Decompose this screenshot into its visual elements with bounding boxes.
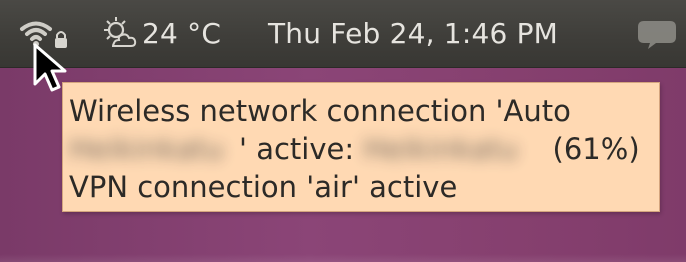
tooltip-line-1: Wireless network connection 'Auto	[69, 94, 571, 128]
clock-text: Thu Feb 24, 1:46 PM	[268, 17, 559, 50]
tooltip-line-3: VPN connection 'air' active	[69, 170, 458, 204]
sun-cloud-icon	[104, 17, 137, 47]
signal-strength: (61%)	[543, 132, 640, 166]
network-tooltip: Wireless network connection 'Auto Heikin…	[62, 82, 660, 212]
weather-indicator[interactable]: 24 °C	[100, 0, 221, 68]
top-panel: 24 °C Thu Feb 24, 1:46 PM	[0, 0, 686, 68]
blurred-connection-detail: Heikinkatu	[363, 132, 519, 166]
desktop-screen: 24 °C Thu Feb 24, 1:46 PM Wireless netwo…	[0, 0, 686, 262]
desktop-shading	[0, 254, 686, 262]
chat-bubble-icon	[638, 21, 676, 49]
messaging-indicator[interactable]	[636, 0, 678, 68]
tooltip-line-2: Heikinkatu ' active: Heikinkatu (61%)	[69, 130, 653, 168]
blurred-network-name: Heikinkatu	[69, 132, 224, 166]
weather-temperature: 24 °C	[142, 17, 222, 50]
mouse-pointer-icon	[33, 43, 67, 92]
clock-indicator[interactable]: Thu Feb 24, 1:46 PM	[268, 0, 558, 68]
tooltip-active-label: ' active:	[239, 132, 364, 166]
